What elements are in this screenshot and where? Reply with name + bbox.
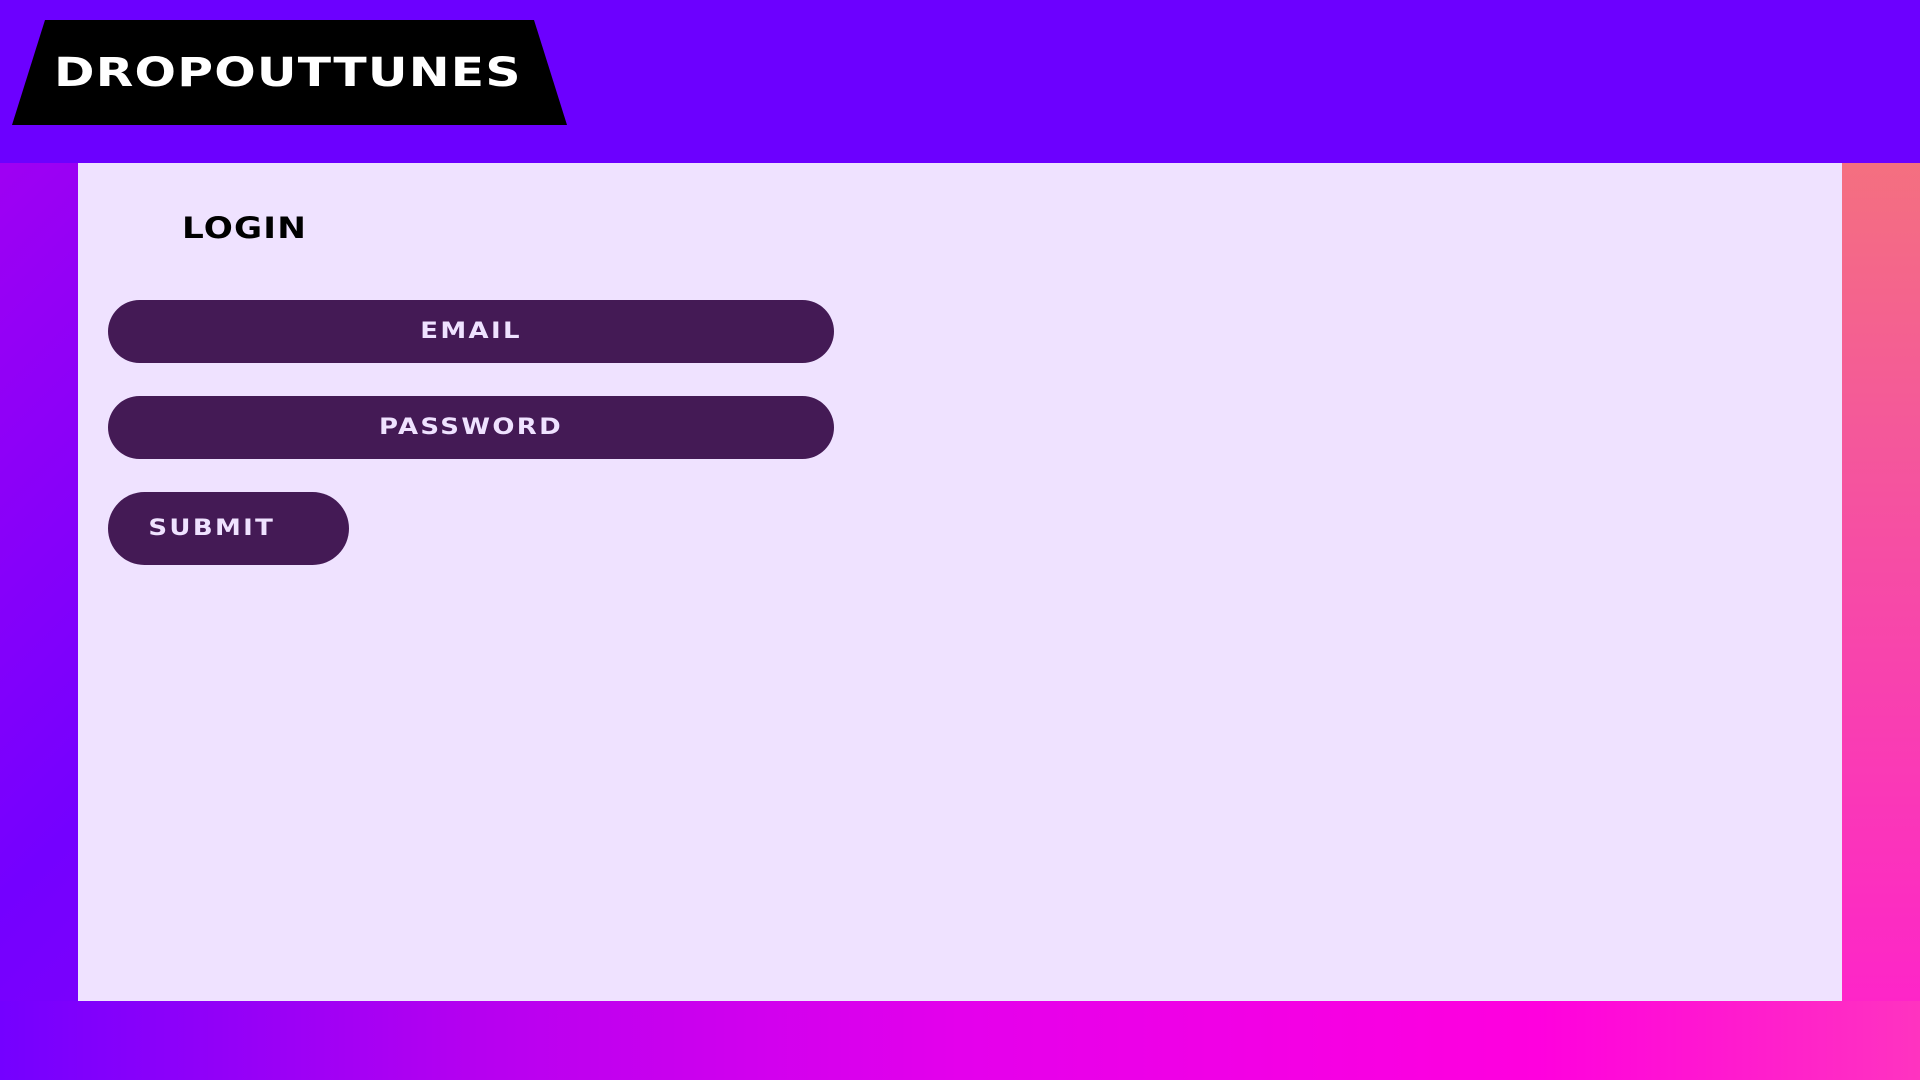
background-gradient-bottom (0, 1001, 1920, 1080)
brand-name: DROPOUTTUNES (54, 49, 522, 96)
submit-button[interactable]: SUBMIT (108, 492, 349, 565)
submit-button-label: SUBMIT (148, 516, 276, 541)
email-field-label: EMAIL (420, 319, 522, 344)
password-field[interactable]: PASSWORD (108, 396, 834, 459)
site-header: DROPOUTTUNES (0, 0, 1920, 163)
email-field[interactable]: EMAIL (108, 300, 834, 363)
password-field-label: PASSWORD (378, 415, 564, 440)
logo[interactable]: DROPOUTTUNES (12, 20, 567, 125)
login-panel: LOGIN EMAIL PASSWORD SUBMIT (78, 163, 1842, 1001)
page-title: LOGIN (182, 211, 308, 245)
